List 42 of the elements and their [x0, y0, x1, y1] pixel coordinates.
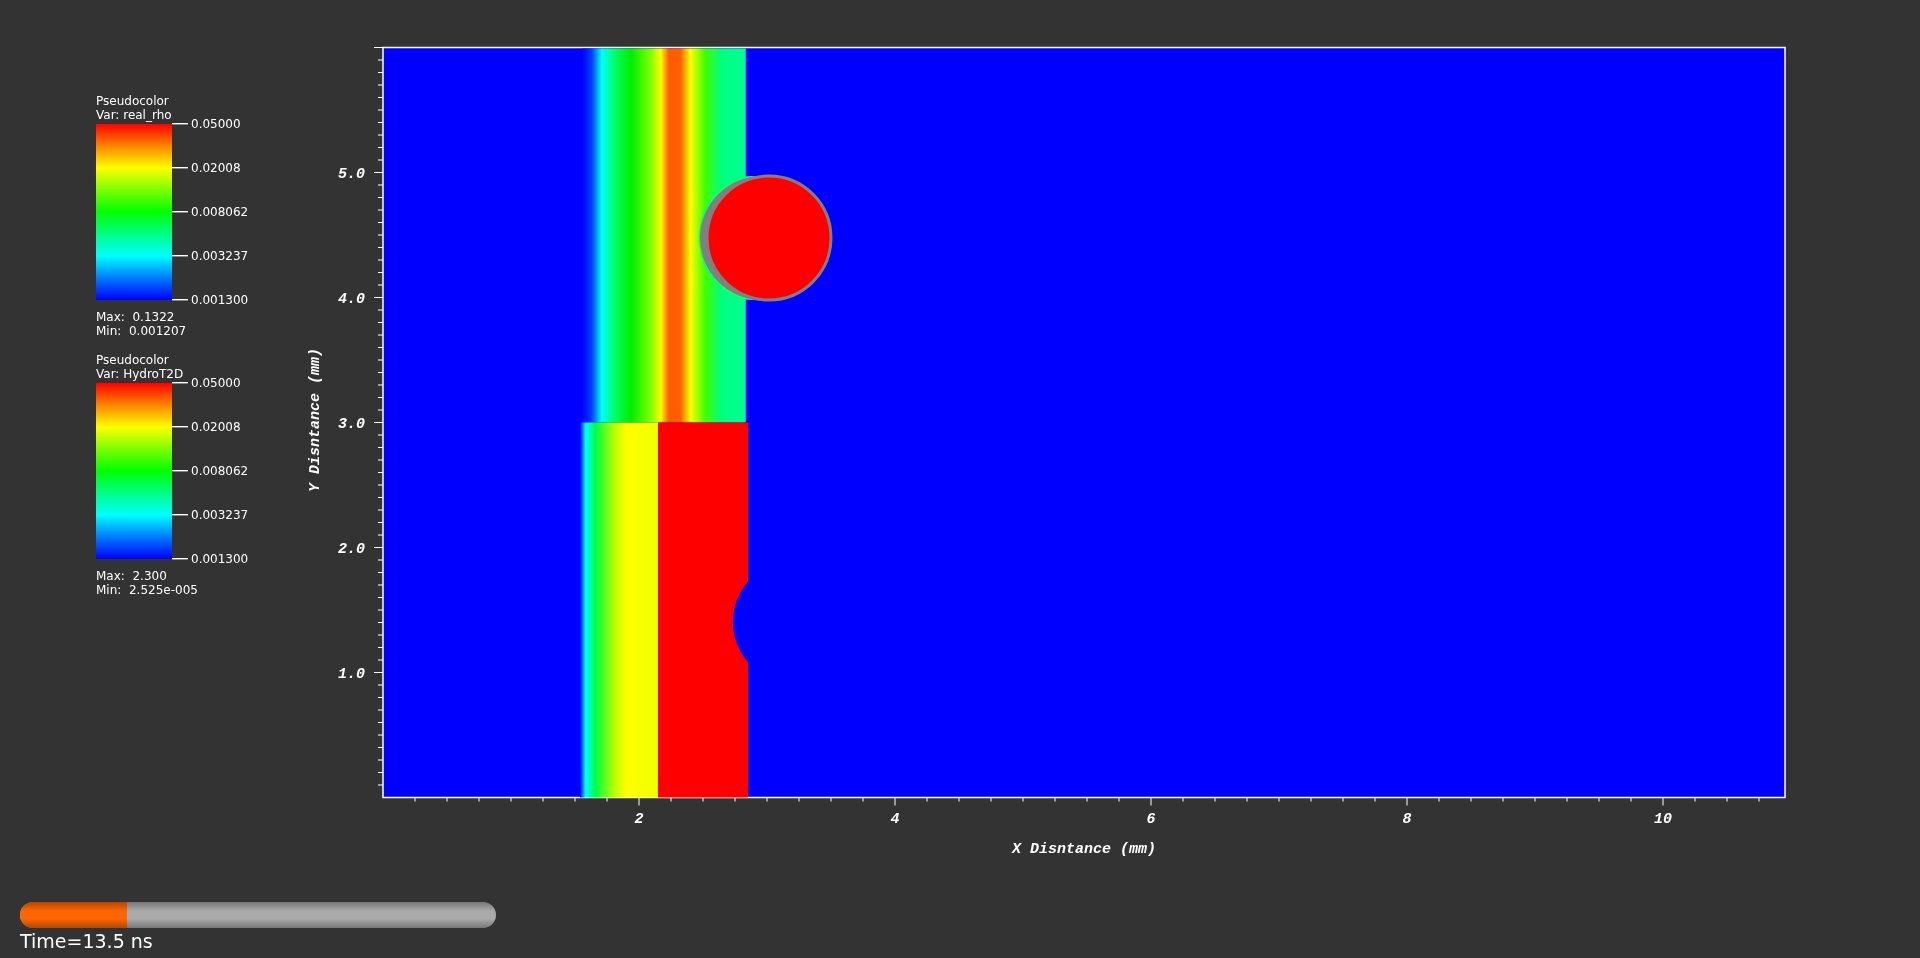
- colorbar-tick-label: 0.02008: [191, 420, 241, 434]
- tick-mark: [172, 255, 188, 257]
- legend-variable: Var: HydroT2D: [96, 367, 185, 381]
- time-slider[interactable]: [20, 902, 496, 928]
- tick-mark: [172, 299, 188, 301]
- tick-mark: [172, 211, 188, 213]
- legend-title: Pseudocolor: [96, 353, 170, 367]
- colorbar-tick-label: 0.008062: [191, 205, 249, 219]
- colorbar-tick-label: 0.05000: [191, 117, 241, 131]
- y-tick-label: 4.0: [338, 290, 365, 308]
- tick-mark: [172, 426, 188, 428]
- legend-max: Max: 2.300: [96, 569, 168, 583]
- tick-mark: [172, 167, 188, 169]
- x-tick-label: 2: [634, 810, 644, 828]
- colorbar-tick-label: 0.003237: [191, 249, 249, 263]
- tick-mark: [172, 558, 188, 560]
- y-tick-label: 3.0: [338, 415, 365, 433]
- legend-max: Max: 0.1322: [96, 310, 176, 324]
- x-tick-label: 6: [1146, 810, 1156, 828]
- legend-variable: Var: real_rho: [96, 108, 173, 122]
- legend-min: Min: 2.525e-005: [96, 583, 199, 597]
- x-tick-label: 8: [1402, 810, 1412, 828]
- y-tick-label: 5.0: [338, 165, 365, 183]
- y-tick-label: 1.0: [338, 665, 365, 683]
- tick-mark: [172, 514, 188, 516]
- tick-mark: [172, 470, 188, 472]
- colorbar-tick-label: 0.001300: [191, 552, 249, 566]
- legend-min: Min: 0.001207: [96, 324, 188, 338]
- y-axis-title: Y Disntance (mm): [307, 348, 324, 492]
- y-tick-label: 2.0: [338, 540, 365, 558]
- legend-title: Pseudocolor: [96, 94, 170, 108]
- tick-mark: [172, 123, 188, 125]
- colorbar-tick-label: 0.001300: [191, 293, 249, 307]
- x-tick-label: 10: [1654, 810, 1672, 828]
- x-tick-label: 4: [890, 810, 900, 828]
- colorbar-tick-label: 0.02008: [191, 161, 241, 175]
- time-label: Time=13.5 ns: [20, 930, 154, 952]
- colorbar-tick-label: 0.003237: [191, 508, 249, 522]
- x-axis-title: X Disntance (mm): [1012, 840, 1156, 858]
- colorbar-tick-label: 0.008062: [191, 464, 249, 478]
- tick-mark: [172, 382, 188, 384]
- colorbar-tick-label: 0.05000: [191, 376, 241, 390]
